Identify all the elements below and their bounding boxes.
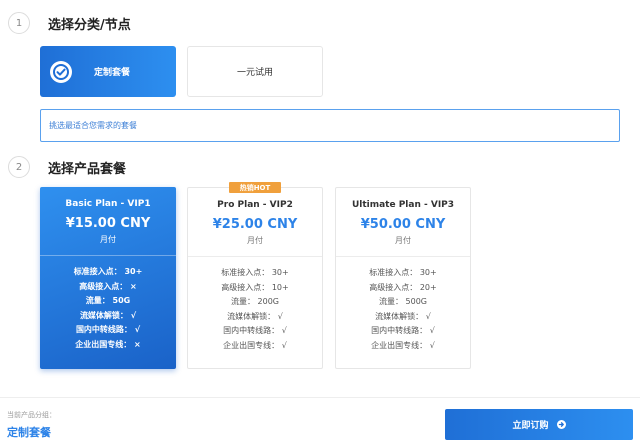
step-2-header: 2 选择产品套餐: [8, 156, 126, 178]
step-number: 1: [8, 12, 30, 34]
plan-feature: 企业出国专线： √: [223, 340, 287, 350]
plan-feature: 流媒体解锁： √: [79, 310, 137, 320]
plan-features: 标准接入点： 30+ 高级接入点： 20+ 流量： 500G 流媒体解锁： √ …: [336, 257, 470, 353]
plan-feature: 高级接入点： 10+: [221, 282, 289, 292]
plan-price: ¥15.00 CNY: [65, 216, 151, 231]
order-footer: 当前产品分组： 定制套餐 立即订购: [0, 397, 640, 447]
category-label: 一元试用: [236, 68, 273, 78]
plan-feature: 国内中转线路： √: [223, 326, 287, 335]
step-title: 选择分类/节点: [48, 17, 131, 33]
order-now-button[interactable]: 立即订购: [445, 409, 633, 440]
plan-feature: 流量： 50G: [85, 296, 131, 305]
plan-feature: 企业出国专线： √: [371, 340, 435, 350]
plan-cycle: 月付: [247, 236, 263, 245]
plan-feature: 高级接入点： ×: [79, 281, 137, 291]
plan-name: Ultimate Plan - VIP3: [351, 200, 455, 210]
plan-card-vip2[interactable]: Pro Plan - VIP2 ¥25.00 CNY 月付 标准接入点： 30+…: [187, 187, 323, 369]
plan-card-vip1[interactable]: Basic Plan - VIP1 ¥15.00 CNY 月付 标准接入点： 3…: [40, 187, 176, 369]
plan-price: ¥25.00 CNY: [212, 217, 298, 232]
plan-price: ¥50.00 CNY: [360, 217, 446, 232]
plan-feature: 标准接入点： 30+: [73, 267, 143, 276]
plan-feature: 标准接入点： 30+: [369, 268, 437, 277]
plan-features: 标准接入点： 30+ 高级接入点： 10+ 流量： 200G 流媒体解锁： √ …: [188, 257, 322, 353]
plan-features: 标准接入点： 30+ 高级接入点： × 流量： 50G 流媒体解锁： √ 国内中…: [40, 256, 176, 352]
plan-name: Pro Plan - VIP2: [217, 200, 293, 210]
check-circle-icon: [50, 60, 72, 83]
plan-cycle: 月付: [395, 236, 411, 245]
plan-name: Basic Plan - VIP1: [65, 199, 151, 209]
plan-feature: 企业出国专线： ×: [75, 339, 141, 349]
hot-badge: 热销HOT: [229, 182, 281, 193]
category-custom-plan[interactable]: 定制套餐: [40, 46, 176, 97]
plan-feature: 流媒体解锁： √: [227, 311, 283, 321]
step-number: 2: [8, 156, 30, 178]
category-label: 定制套餐: [94, 68, 131, 78]
plan-feature: 高级接入点： 20+: [369, 282, 437, 292]
plan-feature: 标准接入点： 30+: [221, 268, 289, 277]
plan-cycle: 月付: [100, 235, 116, 244]
plan-feature: 国内中转线路： √: [75, 325, 141, 334]
plan-card-vip3[interactable]: Ultimate Plan - VIP3 ¥50.00 CNY 月付 标准接入点…: [335, 187, 471, 369]
plan-feature: 流量： 200G: [230, 297, 279, 306]
plan-feature: 流媒体解锁： √: [375, 311, 431, 321]
current-group-value: 定制套餐: [7, 426, 51, 439]
order-button-label: 立即订购: [512, 421, 549, 431]
step-title: 选择产品套餐: [48, 161, 127, 177]
category-trial[interactable]: 一元试用: [187, 46, 323, 97]
step-1-header: 1 选择分类/节点: [8, 12, 131, 34]
plan-feature: 国内中转线路： √: [371, 326, 435, 335]
plan-feature: 流量： 500G: [378, 297, 427, 306]
category-description: 挑选最适合您需求的套餐: [40, 109, 620, 142]
current-group-label: 当前产品分组：: [7, 411, 56, 419]
arrow-right-circle-icon: [556, 420, 566, 429]
